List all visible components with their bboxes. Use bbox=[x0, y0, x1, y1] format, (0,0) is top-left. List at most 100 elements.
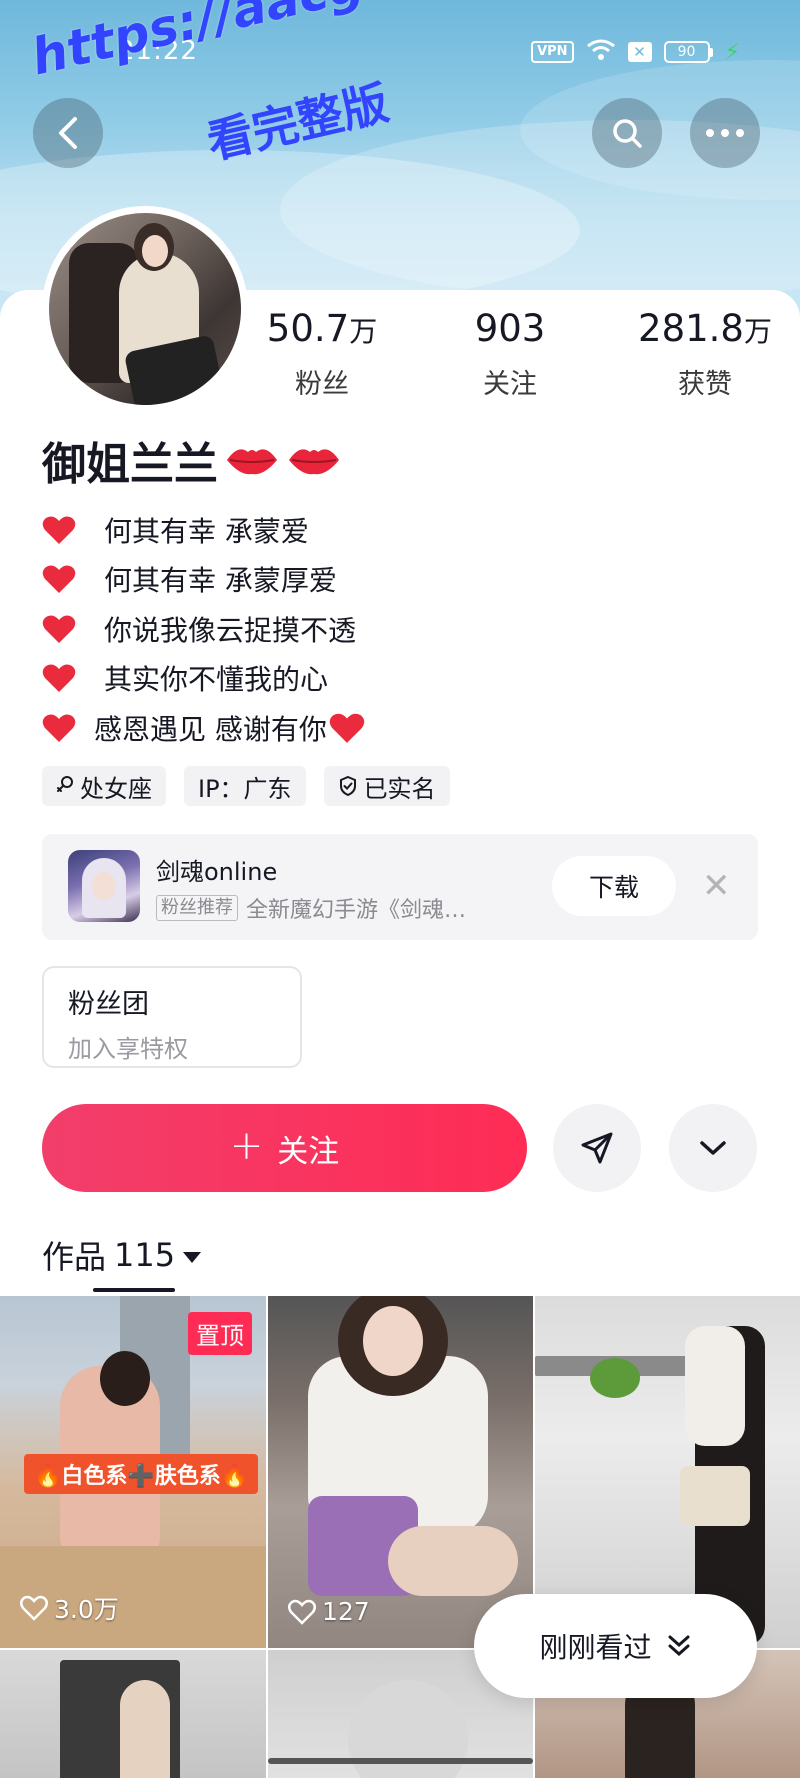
tile-figure bbox=[388, 1526, 518, 1596]
stat-label: 粉丝 bbox=[295, 369, 349, 400]
stat-value: 50.7万 bbox=[266, 307, 378, 350]
download-button[interactable]: 下载 bbox=[552, 856, 676, 916]
no-sim-icon: ✕ bbox=[627, 42, 652, 62]
tile-figure bbox=[100, 1351, 150, 1406]
profile-tags: 处女座 IP：广东 已实名 bbox=[42, 766, 450, 806]
bio-line: 其实你不懂我的心 bbox=[42, 654, 365, 704]
charging-icon: ⚡ bbox=[724, 39, 740, 65]
game-subtitle-row: 粉丝推荐 全新魔幻手游《剑魂… bbox=[156, 892, 466, 924]
tab-works[interactable]: 作品 115 bbox=[42, 1232, 202, 1278]
stat-likes[interactable]: 281.8万 获赞 bbox=[638, 305, 772, 401]
bio-line: 何其有幸 承蒙厚爱 bbox=[42, 555, 365, 605]
follow-button[interactable]: + 关注 bbox=[42, 1104, 527, 1192]
tile-figure bbox=[363, 1306, 423, 1376]
like-count: 127 bbox=[288, 1597, 370, 1626]
profile-page: 21:22 VPN ✕ 90 ⚡ https://aacg5.com 看完整版 bbox=[0, 0, 800, 1778]
recently-viewed-label: 刚刚看过 bbox=[539, 1631, 652, 1664]
tag-verified: 已实名 bbox=[323, 766, 450, 806]
wifi-icon bbox=[586, 38, 616, 66]
profile-bio: 何其有幸 承蒙爱 何其有幸 承蒙厚爱 你说我像云捉摸不透 其实你不懂我的心 感恩… bbox=[42, 505, 365, 753]
follow-label: 关注 bbox=[277, 1133, 340, 1170]
tab-indicator bbox=[93, 1288, 175, 1292]
battery-icon: 90 bbox=[663, 41, 713, 63]
game-thumb-face bbox=[92, 872, 116, 900]
bio-line: 你说我像云捉摸不透 bbox=[42, 604, 365, 654]
fan-club-title: 粉丝团 bbox=[68, 989, 149, 1020]
heart-icon bbox=[42, 564, 76, 594]
stat-unit: 万 bbox=[743, 315, 772, 348]
tag-zodiac: 处女座 bbox=[42, 766, 166, 806]
double-chevron-down-icon bbox=[668, 1635, 689, 1657]
tag-text: IP：广东 bbox=[198, 774, 292, 803]
back-button[interactable] bbox=[33, 98, 103, 168]
bio-line: 何其有幸 承蒙爱 bbox=[42, 505, 365, 555]
avatar-face bbox=[142, 235, 168, 267]
game-badge: 粉丝推荐 bbox=[156, 895, 238, 921]
caret-down-icon bbox=[183, 1251, 202, 1263]
lips-icon bbox=[286, 440, 342, 480]
works-count: 115 bbox=[114, 1236, 176, 1274]
vpn-icon: VPN bbox=[531, 41, 574, 63]
shield-check-icon bbox=[339, 775, 356, 797]
battery-level: 90 bbox=[663, 41, 710, 63]
lips-icon bbox=[224, 440, 280, 480]
heart-outline-icon bbox=[288, 1599, 316, 1625]
like-count: 3.0万 bbox=[20, 1590, 119, 1626]
stat-label: 关注 bbox=[483, 369, 538, 400]
fan-club-button[interactable]: 粉丝团 加入享特权 bbox=[42, 966, 302, 1068]
battery-tip bbox=[709, 47, 713, 57]
message-button[interactable] bbox=[553, 1104, 641, 1192]
stat-label: 获赞 bbox=[678, 369, 732, 400]
bio-text: 你说我像云捉摸不透 bbox=[104, 613, 357, 647]
more-options-button[interactable] bbox=[669, 1104, 757, 1192]
video-tile[interactable] bbox=[0, 1650, 266, 1778]
video-caption: 🔥白色系➕肤色系🔥 bbox=[24, 1454, 259, 1494]
stat-value: 281.8万 bbox=[638, 307, 772, 350]
stat-value: 903 bbox=[474, 307, 546, 350]
bio-text: 感恩遇见 感谢有你 bbox=[94, 712, 327, 746]
game-title: 剑魂online bbox=[156, 858, 278, 886]
recently-viewed-button[interactable]: 刚刚看过 bbox=[474, 1594, 757, 1698]
game-subtitle: 全新魔幻手游《剑魂… bbox=[246, 898, 467, 923]
works-tab-label: 作品 bbox=[42, 1238, 107, 1276]
game-recommend-card[interactable]: 剑魂online 粉丝推荐 全新魔幻手游《剑魂… 下载 ✕ bbox=[42, 834, 758, 940]
heart-outline-icon bbox=[20, 1595, 48, 1621]
tile-figure bbox=[685, 1326, 745, 1446]
video-tile[interactable]: 127 bbox=[268, 1296, 533, 1648]
tag-ip-location: IP：广东 bbox=[184, 766, 306, 806]
like-count-text: 127 bbox=[322, 1597, 370, 1626]
fan-club-subtitle: 加入享特权 bbox=[68, 1035, 188, 1063]
more-icon bbox=[706, 129, 744, 137]
profile-stats: 50.7万 粉丝 903 关注 281.8万 获赞 bbox=[262, 305, 772, 401]
heart-icon bbox=[42, 713, 76, 743]
heart-icon bbox=[329, 712, 365, 744]
tile-figure bbox=[680, 1466, 750, 1526]
profile-name-text: 御姐兰兰 bbox=[42, 439, 218, 490]
profile-name: 御姐兰兰 bbox=[42, 428, 342, 492]
bio-text: 何其有幸 承蒙厚爱 bbox=[104, 564, 337, 598]
heart-icon bbox=[42, 663, 76, 693]
stat-following[interactable]: 903 关注 bbox=[450, 305, 570, 401]
bio-line: 感恩遇见 感谢有你 bbox=[42, 703, 365, 753]
close-icon[interactable]: ✕ bbox=[702, 862, 731, 910]
like-count-text: 3.0万 bbox=[54, 1595, 119, 1624]
tag-text: 已实名 bbox=[363, 774, 436, 803]
home-indicator[interactable] bbox=[268, 1758, 533, 1764]
plus-icon: + bbox=[229, 1123, 264, 1169]
tile-figure bbox=[590, 1358, 640, 1398]
search-button[interactable] bbox=[592, 98, 662, 168]
heart-icon bbox=[42, 515, 76, 545]
avatar[interactable] bbox=[42, 206, 248, 412]
chevron-left-icon bbox=[59, 117, 77, 149]
video-tile[interactable]: 置顶 🔥白色系➕肤色系🔥 3.0万 bbox=[0, 1296, 266, 1648]
stat-followers[interactable]: 50.7万 粉丝 bbox=[262, 305, 382, 401]
avatar-image bbox=[49, 213, 241, 405]
tag-text: 处女座 bbox=[80, 774, 152, 803]
bio-text: 何其有幸 承蒙爱 bbox=[104, 514, 309, 548]
game-thumbnail bbox=[68, 850, 140, 922]
more-button[interactable] bbox=[690, 98, 760, 168]
status-icons: VPN ✕ 90 ⚡ bbox=[531, 38, 740, 66]
tile-figure bbox=[120, 1680, 170, 1778]
chevron-down-icon bbox=[700, 1141, 726, 1155]
stat-unit: 万 bbox=[349, 315, 378, 348]
